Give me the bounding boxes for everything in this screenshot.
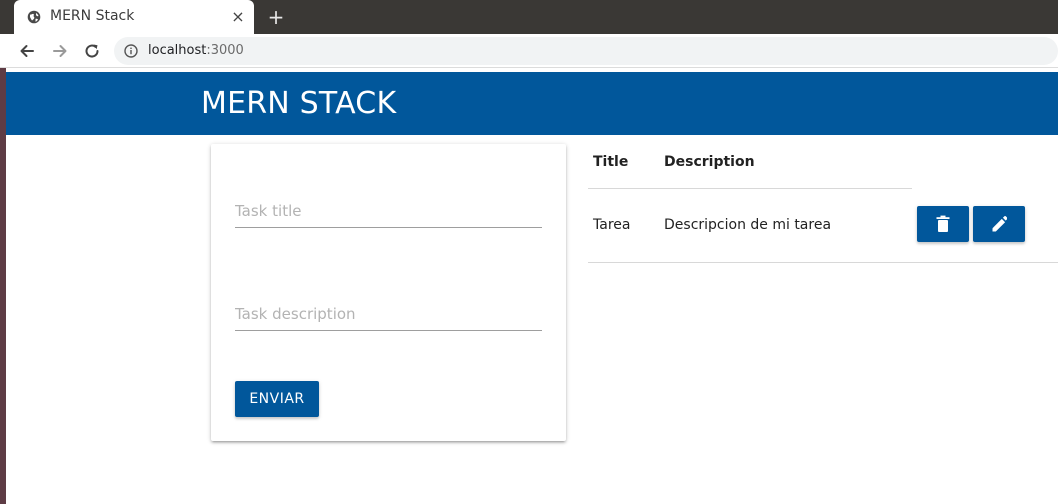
- browser-toolbar: localhost:3000: [0, 34, 1058, 68]
- submit-button[interactable]: ENVIAR: [235, 381, 319, 417]
- task-title-field: [235, 194, 542, 228]
- brand-logo[interactable]: MERN STACK: [201, 86, 396, 121]
- app-navbar: MERN STACK: [6, 72, 1058, 135]
- info-icon[interactable]: [124, 44, 138, 58]
- globe-icon: [27, 10, 41, 24]
- row-divider: [588, 262, 1058, 263]
- row-description: Descripcion de mi tarea: [664, 217, 832, 233]
- address-bar[interactable]: localhost:3000: [114, 37, 1058, 65]
- url-port: :3000: [206, 43, 244, 58]
- task-description-field: [235, 297, 542, 331]
- delete-icon: [936, 215, 950, 232]
- tab-title: MERN Stack: [50, 8, 135, 24]
- task-title-input[interactable]: [235, 194, 542, 227]
- row-title: Tarea: [593, 217, 631, 233]
- new-tab-icon[interactable]: +: [266, 7, 286, 27]
- edit-button[interactable]: [973, 206, 1025, 242]
- url-host: localhost: [148, 43, 207, 58]
- browser-tab[interactable]: MERN Stack ×: [14, 0, 254, 34]
- edit-icon: [992, 216, 1007, 232]
- url-text[interactable]: localhost:3000: [148, 43, 244, 58]
- header-divider: [588, 188, 912, 189]
- app-viewport: MERN STACK ENVIAR Title Description Tare…: [6, 72, 1058, 504]
- delete-button[interactable]: [917, 206, 969, 242]
- task-description-input[interactable]: [235, 297, 542, 330]
- header-title: Title: [593, 154, 629, 170]
- header-description: Description: [664, 154, 755, 170]
- back-arrow-icon[interactable]: [18, 42, 36, 60]
- browser-tabstrip: MERN Stack × +: [0, 0, 1058, 34]
- task-form-card: ENVIAR: [211, 144, 566, 441]
- reload-icon[interactable]: [83, 42, 101, 60]
- tab-close-icon[interactable]: ×: [230, 9, 246, 25]
- forward-arrow-icon[interactable]: [51, 42, 69, 60]
